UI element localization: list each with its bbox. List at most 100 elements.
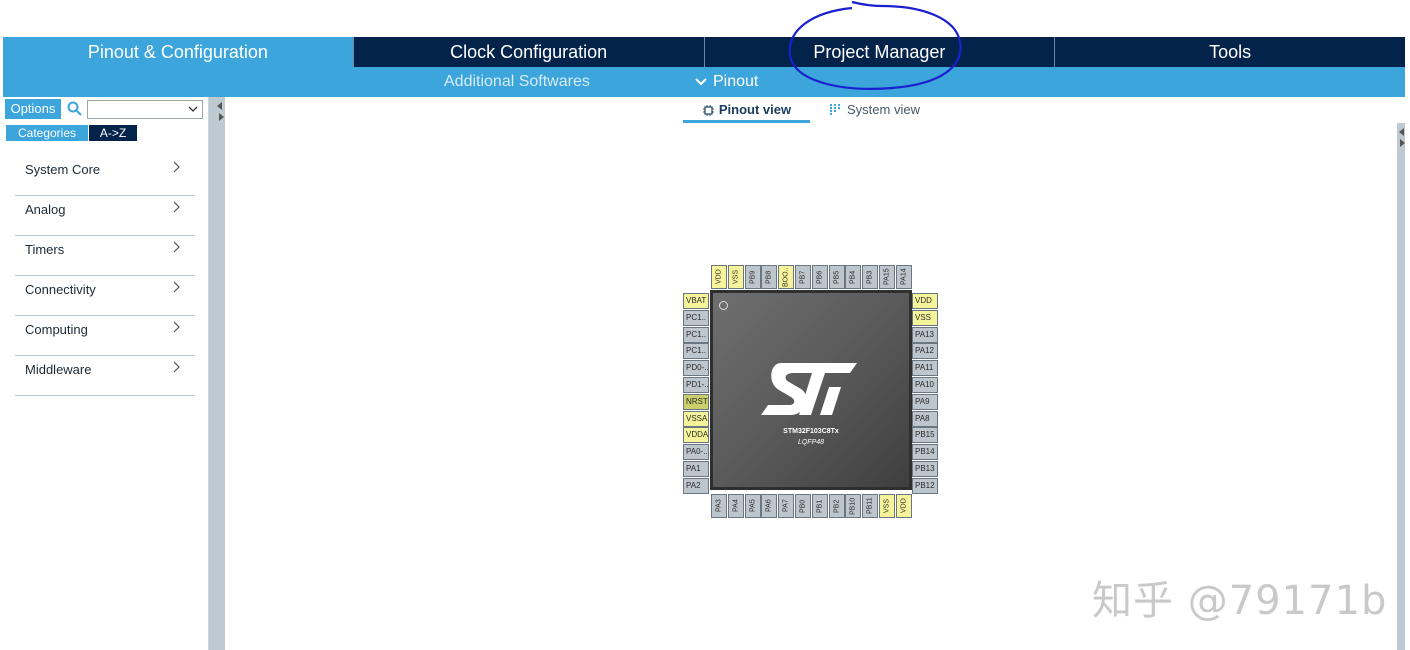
pin-top[interactable]: PB9: [744, 265, 761, 289]
collapse-right-icon[interactable]: [1399, 128, 1404, 136]
pinout-menu[interactable]: Pinout: [695, 67, 758, 97]
pin-bottom[interactable]: PB1: [811, 494, 828, 518]
pin-right[interactable]: PA12: [912, 343, 938, 360]
pin-right[interactable]: PA10: [912, 377, 938, 393]
pin-bottom[interactable]: PA7: [778, 494, 795, 518]
tab-categories[interactable]: Categories: [6, 125, 88, 141]
top-navigation: Pinout & Configuration Clock Configurati…: [3, 37, 1405, 67]
chevron-right-icon: [173, 321, 180, 333]
chip-body: STM32F103C8Tx LQFP48: [710, 290, 912, 490]
pin-bottom[interactable]: VDD: [895, 494, 912, 518]
tab-tools[interactable]: Tools: [1054, 37, 1405, 67]
pin-top[interactable]: PA15: [879, 265, 895, 289]
pin-right[interactable]: PB13: [912, 461, 938, 477]
collapse-left-icon[interactable]: [217, 102, 222, 110]
pin-bottom[interactable]: PA6: [761, 494, 778, 518]
pin-left[interactable]: NRST: [683, 393, 709, 410]
pin-top[interactable]: PB8: [761, 265, 778, 289]
st-logo: [761, 363, 857, 415]
pin-bottom[interactable]: PB10: [845, 494, 862, 518]
pin-top[interactable]: PA14: [895, 265, 912, 289]
search-icon[interactable]: [67, 101, 82, 116]
category-label: Timers: [25, 242, 65, 257]
pin-top[interactable]: PB3: [862, 265, 879, 289]
right-splitter[interactable]: [1397, 123, 1405, 650]
chevron-right-icon: [173, 161, 180, 173]
pin-left[interactable]: PC1..: [683, 343, 709, 360]
chevron-right-icon: [173, 241, 180, 253]
chip-icon: [702, 105, 714, 117]
pin-top[interactable]: BOO..: [778, 265, 795, 289]
pin-right[interactable]: PB15: [912, 427, 938, 444]
pin-bottom[interactable]: PB0: [795, 494, 811, 518]
pin-bottom[interactable]: PA5: [744, 494, 761, 518]
pin-top[interactable]: PB5: [828, 265, 845, 289]
pin-right[interactable]: PA13: [912, 326, 938, 343]
tab-pinout-view-label: Pinout view: [718, 102, 792, 117]
category-label: Computing: [25, 322, 88, 337]
pin-bottom[interactable]: PA4: [727, 494, 744, 518]
pin-right[interactable]: VSS: [912, 309, 938, 326]
pin-top[interactable]: PB6: [811, 265, 828, 289]
chevron-right-icon: [173, 281, 180, 293]
chevron-right-icon: [173, 361, 180, 373]
pin-bottom[interactable]: PB11: [862, 494, 879, 518]
tab-system-view-label: System view: [847, 102, 920, 117]
pin-left[interactable]: PD0-..: [683, 360, 709, 377]
pin-right[interactable]: VDD: [912, 293, 938, 309]
pin-left[interactable]: PC1..: [683, 326, 709, 343]
chip-package: LQFP48: [797, 439, 825, 446]
pin1-marker: [719, 301, 728, 310]
pin-left[interactable]: PC1..: [683, 309, 709, 326]
pin-right[interactable]: PB14: [912, 444, 938, 461]
tab-project-manager[interactable]: Project Manager: [703, 37, 1055, 67]
pin-right[interactable]: PB12: [912, 477, 938, 494]
category-item[interactable]: Computing: [15, 317, 195, 356]
pin-right[interactable]: PA9: [912, 393, 938, 410]
expand-right-icon[interactable]: [219, 113, 224, 121]
chevron-right-icon: [173, 201, 180, 213]
tab-system-view[interactable]: System view: [829, 100, 920, 120]
expand-left-icon[interactable]: [1400, 139, 1405, 147]
category-item[interactable]: Timers: [15, 237, 195, 276]
category-label: Connectivity: [25, 282, 96, 297]
pin-top[interactable]: PB4: [845, 265, 862, 289]
category-item[interactable]: Connectivity: [15, 277, 195, 316]
watermark: 知乎 @79171b: [1092, 578, 1388, 624]
pin-left[interactable]: VBAT: [683, 293, 709, 309]
tab-label: Pinout & Configuration: [87, 41, 268, 62]
pin-left[interactable]: PA1: [683, 461, 709, 477]
category-item[interactable]: Analog: [15, 197, 195, 236]
pin-bottom[interactable]: PA3: [711, 494, 727, 518]
tab-clock-configuration[interactable]: Clock Configuration: [352, 37, 704, 67]
pin-bottom[interactable]: PB2: [828, 494, 845, 518]
panel-splitter[interactable]: [209, 97, 225, 650]
sub-navigation: Additional Softwares Pinout: [3, 67, 1405, 97]
category-item[interactable]: System Core: [15, 157, 195, 196]
tab-pinout-configuration[interactable]: Pinout & Configuration: [3, 37, 353, 67]
pin-left[interactable]: PA0-..: [683, 444, 709, 461]
pin-top[interactable]: VDD: [711, 265, 727, 289]
search-combobox[interactable]: [87, 100, 203, 119]
pin-bottom[interactable]: VSS: [879, 494, 895, 518]
pin-left[interactable]: PD1-..: [683, 377, 709, 393]
category-list: System Core Analog Timers Connectivity Compu…: [15, 157, 195, 397]
chevron-down-icon: [188, 106, 198, 112]
chip-part-number: STM32F103C8Tx: [783, 428, 839, 435]
additional-softwares-menu[interactable]: Additional Softwares: [444, 67, 590, 97]
pin-left[interactable]: PA2: [683, 477, 709, 494]
tab-label: Project Manager: [813, 41, 946, 62]
options-button[interactable]: Options: [5, 99, 61, 119]
tab-label: Clock Configuration: [450, 41, 608, 62]
pin-left[interactable]: VSSA: [683, 410, 709, 427]
pin-right[interactable]: PA8: [912, 410, 938, 427]
tab-pinout-view[interactable]: Pinout view: [683, 100, 810, 123]
category-label: Analog: [25, 202, 66, 217]
pin-top[interactable]: PB7: [795, 265, 811, 289]
tab-a-z[interactable]: A->Z: [89, 125, 137, 141]
category-item[interactable]: Middleware: [15, 357, 195, 396]
pin-left[interactable]: VDDA: [683, 427, 709, 444]
category-label: Middleware: [25, 362, 92, 377]
pin-top[interactable]: VSS: [727, 265, 744, 289]
pin-right[interactable]: PA11: [912, 360, 938, 377]
